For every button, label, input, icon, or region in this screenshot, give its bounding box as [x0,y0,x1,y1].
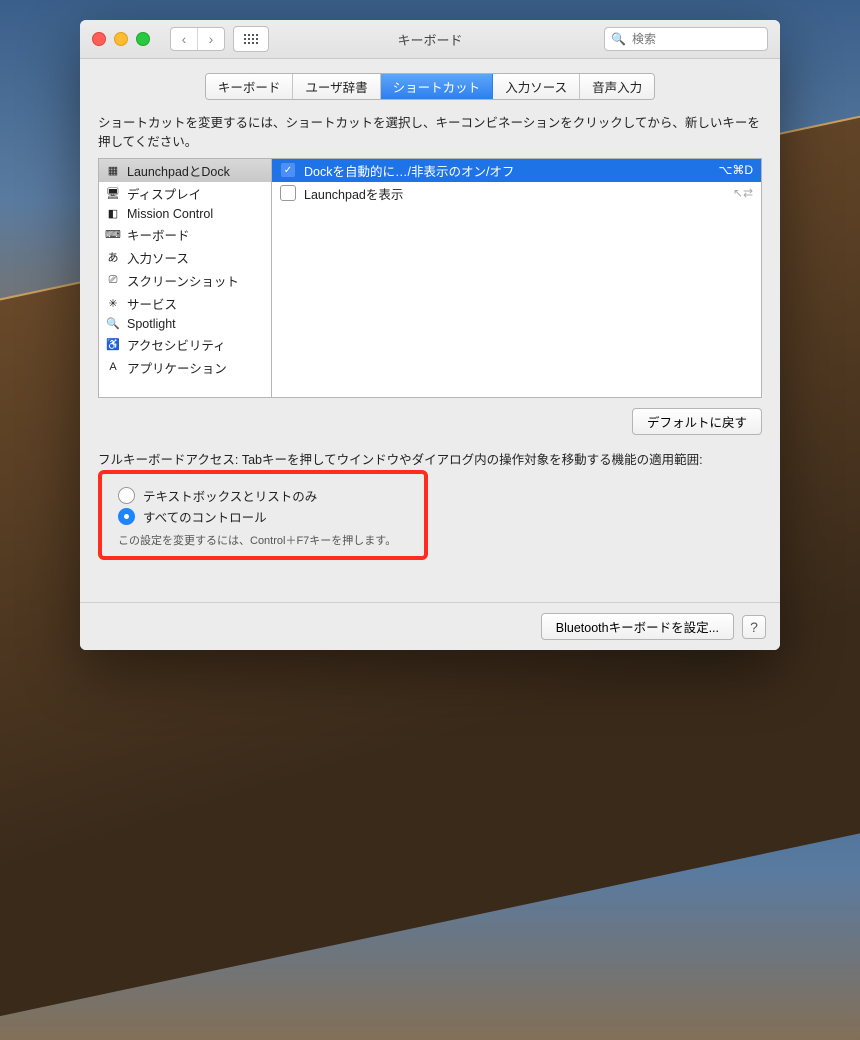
lists: ▦ LaunchpadとDock 🖥 ディスプレイ ◧ Mission Control ⌨ キ… [98,158,762,398]
shortcut-row-0[interactable]: ✓ Dockを自動的に…/非表示のオン/オフ⌥⌘D [272,159,761,182]
spotlight-icon: 🔍 [105,317,121,331]
sidebar-item-0[interactable]: ▦ LaunchpadとDock [99,159,271,182]
bluetooth-keyboard-button[interactable]: Bluetoothキーボードを設定... [541,613,734,640]
search-input[interactable] [630,31,761,47]
chevron-left-icon: ‹ [182,31,187,47]
shortcut-checkbox[interactable]: ✓ [280,162,296,178]
accessibility-icon: ♿ [105,337,121,351]
content: キーボードユーザ辞書ショートカット入力ソース音声入力 ショートカットを変更するに… [80,59,780,602]
close-button[interactable] [92,32,106,46]
sidebar-item-label: サービス [127,294,177,313]
sidebar-item-label: キーボード [127,225,190,244]
shortcut-label: Dockを自動的に…/非表示のオン/オフ [304,161,719,180]
forward-button[interactable]: › [197,28,224,50]
sidebar-item-label: アクセシビリティ [127,335,226,354]
minimize-button[interactable] [114,32,128,46]
tab-3[interactable]: 入力ソース [493,74,580,99]
shortcut-keys[interactable]: ↖⇄ [733,186,753,200]
nav-buttons: ‹ › [170,27,225,51]
radio-icon [118,487,135,504]
radio-label: テキストボックスとリストのみ [143,486,317,505]
launchpad-icon: ▦ [105,163,121,177]
sidebar-item-label: 入力ソース [127,248,189,267]
restore-defaults: デフォルトに戻す [632,408,762,435]
zoom-button[interactable] [136,32,150,46]
instruction-text: ショートカットを変更するには、ショートカットを選択し、キーコンビネーションをクリ… [98,114,762,152]
sidebar-item-label: ディスプレイ [127,184,201,203]
category-list[interactable]: ▦ LaunchpadとDock 🖥 ディスプレイ ◧ Mission Control ⌨ キ… [98,158,272,398]
sidebar-item-label: Mission Control [127,207,213,221]
application-icon: A [105,360,121,374]
keyboard-icon: ⌨ [105,227,121,241]
sidebar-item-5[interactable]: ⎚ スクリーンショット [99,269,271,292]
sidebar-item-7[interactable]: 🔍 Spotlight [99,315,271,333]
help-button[interactable]: ? [742,615,766,639]
tabs: キーボードユーザ辞書ショートカット入力ソース音声入力 [205,73,655,100]
preferences-window: ‹ › キーボード 🔍 キーボードユーザ辞書ショートカット入力ソース音声入力 シ… [80,20,780,650]
sidebar-item-2[interactable]: ◧ Mission Control [99,205,271,223]
tab-2[interactable]: ショートカット [381,74,494,99]
show-all-button[interactable] [233,26,269,52]
sidebar-item-3[interactable]: ⌨ キーボード [99,223,271,246]
mission-control-icon: ◧ [105,207,121,221]
sidebar-item-1[interactable]: 🖥 ディスプレイ [99,182,271,205]
sidebar-item-6[interactable]: ✳ サービス [99,292,271,315]
sidebar-item-label: LaunchpadとDock [127,161,230,180]
sidebar-item-label: アプリケーション [127,358,227,377]
sidebar-item-label: Spotlight [127,317,176,331]
shortcut-row-1[interactable]: Launchpadを表示↖⇄ [272,182,761,205]
shortcut-list[interactable]: ✓ Dockを自動的に…/非表示のオン/オフ⌥⌘D Launchpadを表示↖⇄ [272,158,762,398]
radio-icon [118,508,135,525]
full-keyboard-access: フルキーボードアクセス: Tabキーを押してウインドウやダイアログ内の操作対象を… [98,449,762,560]
radio-text-only[interactable]: テキストボックスとリストのみ [118,486,408,505]
shortcut-checkbox[interactable] [280,185,296,201]
footer: Bluetoothキーボードを設定... ? [80,602,780,650]
restore-defaults-button[interactable]: デフォルトに戻す [632,408,762,435]
help-icon: ? [750,619,758,635]
sidebar-item-label: スクリーンショット [127,271,239,290]
traffic-lights [80,32,150,46]
search-field[interactable]: 🔍 [604,27,768,51]
grid-icon [244,34,258,44]
back-button[interactable]: ‹ [171,28,197,50]
screenshot-icon: ⎚ [105,273,121,287]
search-icon: 🔍 [611,32,626,46]
chevron-right-icon: › [209,31,214,47]
highlight-annotation: テキストボックスとリストのみ すべてのコントロール この設定を変更するには、Co… [98,470,428,560]
radio-all-controls[interactable]: すべてのコントロール [118,507,408,526]
tab-1[interactable]: ユーザ辞書 [293,74,380,99]
sidebar-item-8[interactable]: ♿ アクセシビリティ [99,333,271,356]
display-icon: 🖥 [105,186,121,200]
radio-label: すべてのコントロール [143,507,267,526]
sidebar-item-4[interactable]: あ入力ソース [99,246,271,269]
titlebar: ‹ › キーボード 🔍 [80,20,780,59]
full-keyboard-heading: フルキーボードアクセス: Tabキーを押してウインドウやダイアログ内の操作対象を… [98,449,762,468]
window-title: キーボード [397,30,462,49]
full-keyboard-hint: この設定を変更するには、Control＋F7キーを押します。 [118,532,408,548]
tab-0[interactable]: キーボード [206,74,294,99]
shortcut-keys[interactable]: ⌥⌘D [719,163,754,177]
shortcut-label: Launchpadを表示 [304,184,733,203]
services-icon: ✳ [105,296,121,310]
input-source-icon: あ [105,250,121,264]
sidebar-item-9[interactable]: A アプリケーション [99,356,271,379]
tab-4[interactable]: 音声入力 [580,74,654,99]
